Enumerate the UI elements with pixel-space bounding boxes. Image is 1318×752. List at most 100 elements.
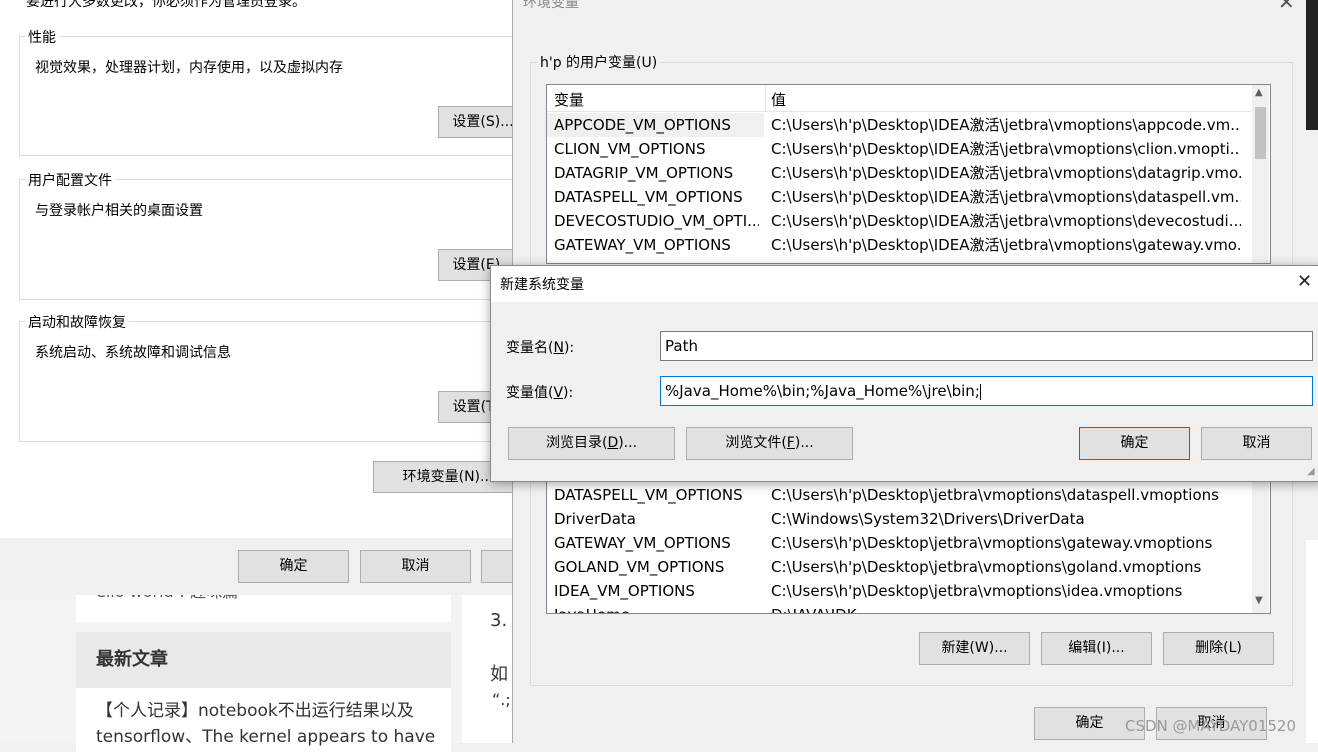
scroll-up-icon[interactable]: ▲	[1255, 87, 1263, 98]
blog-post-line[interactable]: tensorflow、The kernel appears to have	[96, 724, 435, 750]
table-row[interactable]: CLION_VM_OPTIONS C:\Users\h'p\Desktop\ID…	[547, 137, 1251, 161]
variable-value: C:\Users\h'p\Desktop\jetbra\vmoptions\go…	[771, 558, 1202, 576]
table-row[interactable]: DATASPELL_VM_OPTIONS C:\Users\h'p\Deskto…	[547, 483, 1251, 507]
blog-post-line[interactable]: 【个人记录】notebook不出运行结果以及	[96, 698, 435, 724]
new-system-variable-dialog: 新建系统变量 ✕ 变量名(N): Path 变量值(V): %Java_Home…	[490, 265, 1318, 482]
list-header: 变量 值	[547, 85, 1251, 112]
admin-note: 要进行大多数更改，你必须作为管理员登录。	[26, 0, 306, 10]
button-accelerator: D	[607, 435, 619, 451]
variable-name: GATEWAY_VM_OPTIONS	[554, 534, 731, 552]
variable-value: C:\Windows\System32\Drivers\DriverData	[771, 510, 1085, 528]
label-text: ):	[563, 340, 575, 356]
variable-name: IDEA_VM_OPTIONS	[554, 582, 695, 600]
variable-name: CLION_VM_OPTIONS	[554, 140, 706, 158]
button-text: )...	[618, 435, 638, 451]
variable-value: C:\Users\h'p\Desktop\jetbra\vmoptions\da…	[771, 486, 1219, 504]
right-page-strip-top	[1305, 0, 1318, 130]
label-text: 变量名(	[506, 340, 554, 356]
close-icon[interactable]: ✕	[1278, 0, 1295, 14]
performance-desc: 视觉效果，处理器计划，内存使用，以及虚拟内存	[35, 60, 343, 76]
variable-value: C:\Users\h'p\Desktop\IDEA激活\jetbra\vmopt…	[771, 140, 1241, 158]
variable-name: GATEWAY_VM_OPTIONS	[554, 236, 731, 254]
startup-recovery-group	[19, 321, 541, 442]
variable-value: C:\Users\h'p\Desktop\IDEA激活\jetbra\vmopt…	[771, 236, 1241, 254]
table-row[interactable]: IDEA_VM_OPTIONS C:\Users\h'p\Desktop\jet…	[547, 579, 1251, 603]
blog-main-number: 3.	[490, 610, 508, 631]
table-row[interactable]: GATEWAY_VM_OPTIONS C:\Users\h'p\Desktop\…	[547, 531, 1251, 555]
text-cursor	[979, 383, 981, 400]
system-properties-window: 要进行大多数更改，你必须作为管理员登录。 性能 视觉效果，处理器计划，内存使用，…	[0, 0, 592, 595]
variable-value-field[interactable]: %Java_Home%\bin;%Java_Home%\jre\bin;	[660, 376, 1313, 406]
blog-main-text: 如	[490, 664, 508, 685]
edit-variable-button[interactable]: 编辑(I)...	[1041, 632, 1152, 665]
column-header-value[interactable]: 值	[771, 89, 786, 110]
scroll-down-icon[interactable]: ▼	[1255, 595, 1263, 606]
variable-name: DEVECOSTUDIO_VM_OPTI...	[554, 212, 759, 230]
performance-title: 性能	[25, 27, 59, 47]
label-accelerator: V	[553, 385, 564, 401]
env-window-title: 环境变量	[523, 0, 579, 11]
system-variables-list[interactable]: DATASPELL_VM_OPTIONS C:\Users\h'p\Deskto…	[546, 462, 1271, 614]
button-text: 浏览目录(	[545, 435, 608, 451]
startup-recovery-title: 启动和故障恢复	[25, 312, 129, 332]
column-divider[interactable]	[765, 85, 766, 111]
browse-file-button[interactable]: 浏览文件(F)...	[686, 427, 853, 460]
table-row[interactable]: DATAGRIP_VM_OPTIONS C:\Users\h'p\Desktop…	[547, 161, 1251, 185]
user-profiles-title: 用户配置文件	[25, 170, 115, 190]
button-accelerator: F	[786, 435, 795, 451]
table-row[interactable]: GOLAND_VM_OPTIONS C:\Users\h'p\Desktop\j…	[547, 555, 1251, 579]
variable-value: C:\Users\h'p\Desktop\IDEA激活\jetbra\vmopt…	[771, 164, 1241, 182]
system-list-scrollbar[interactable]: ▼	[1252, 463, 1269, 613]
system-properties-footer: 确定 取消 应用(A)	[0, 538, 592, 595]
scroll-thumb[interactable]	[1255, 107, 1266, 159]
user-list-scrollbar[interactable]: ▲	[1252, 85, 1269, 263]
user-profiles-group	[19, 179, 541, 300]
table-row[interactable]: C:\Users\h'p\Desktop\IDEA激活\jetbra\vmopt…	[547, 113, 1251, 137]
csdn-watermark: CSDN @MAYDAY01520	[1125, 717, 1296, 735]
table-row[interactable]: JavaHome D:\JAVA\JDK	[547, 603, 1251, 613]
variable-name-field[interactable]: Path	[660, 331, 1313, 361]
right-page-strip	[1305, 540, 1318, 743]
blog-post-link[interactable]: 【个人记录】notebook不出运行结果以及 tensorflow、The ke…	[96, 698, 435, 750]
variable-name: DriverData	[554, 510, 636, 528]
user-profiles-desc: 与登录帐户相关的桌面设置	[35, 203, 203, 219]
variable-name: DATAGRIP_VM_OPTIONS	[554, 164, 734, 182]
variable-value: D:\JAVA\JDK	[771, 603, 1241, 613]
dialog-cancel-button[interactable]: 取消	[1201, 427, 1312, 460]
variable-name: DATASPELL_VM_OPTIONS	[554, 188, 743, 206]
table-row[interactable]: GATEWAY_VM_OPTIONS C:\Users\h'p\Desktop\…	[547, 233, 1251, 257]
variable-name: DATASPELL_VM_OPTIONS	[554, 486, 743, 504]
dialog-title: 新建系统变量	[500, 277, 584, 293]
system-ok-button[interactable]: 确定	[238, 550, 349, 583]
column-header-variable[interactable]: 变量	[554, 89, 584, 110]
browse-directory-button[interactable]: 浏览目录(D)...	[508, 427, 675, 460]
variable-value: C:\Users\h'p\Desktop\IDEA激活\jetbra\vmopt…	[771, 212, 1241, 230]
label-text: 变量值(	[506, 385, 554, 401]
variable-value: C:\Users\h'p\Desktop\IDEA激活\jetbra\vmopt…	[771, 116, 1241, 134]
label-accelerator: N	[553, 340, 564, 356]
blog-latest-heading: 最新文章	[76, 632, 451, 688]
button-text: 浏览文件(	[725, 435, 787, 451]
variable-value-label: 变量值(V):	[506, 382, 573, 402]
variable-name-label: 变量名(N):	[506, 337, 574, 357]
close-icon[interactable]: ✕	[1297, 271, 1312, 292]
table-row[interactable]: DEVECOSTUDIO_VM_OPTI... C:\Users\h'p\Des…	[547, 209, 1251, 233]
variable-name: GOLAND_VM_OPTIONS	[554, 558, 725, 576]
dialog-ok-button[interactable]: 确定	[1079, 427, 1190, 460]
variable-value: C:\Users\h'p\Desktop\IDEA激活\jetbra\vmopt…	[771, 188, 1241, 206]
system-cancel-button[interactable]: 取消	[360, 550, 471, 583]
user-variables-title: h'p 的用户变量(U)	[537, 52, 661, 72]
delete-variable-button[interactable]: 删除(L)	[1163, 632, 1274, 665]
table-row[interactable]: DATASPELL_VM_OPTIONS C:\Users\h'p\Deskto…	[547, 185, 1251, 209]
performance-group	[19, 36, 541, 156]
variable-value-text: %Java_Home%\bin;%Java_Home%\jre\bin;	[665, 382, 980, 400]
dialog-titlebar[interactable]: 新建系统变量 ✕	[491, 266, 1318, 302]
table-row[interactable]: DriverData C:\Windows\System32\Drivers\D…	[547, 507, 1251, 531]
variable-value: C:\Users\h'p\Desktop\jetbra\vmoptions\ga…	[771, 534, 1213, 552]
label-text: ):	[563, 385, 574, 401]
resize-grip-icon[interactable]: ◢	[1307, 466, 1315, 477]
new-variable-button[interactable]: 新建(W)...	[919, 632, 1030, 665]
variable-value: C:\Users\h'p\Desktop\jetbra\vmoptions\id…	[771, 582, 1183, 600]
startup-recovery-desc: 系统启动、系统故障和调试信息	[35, 345, 231, 361]
user-variables-list[interactable]: 变量 值 APPCODE_VM_OPTIONS C:\Users\h'p\Des…	[546, 84, 1271, 264]
